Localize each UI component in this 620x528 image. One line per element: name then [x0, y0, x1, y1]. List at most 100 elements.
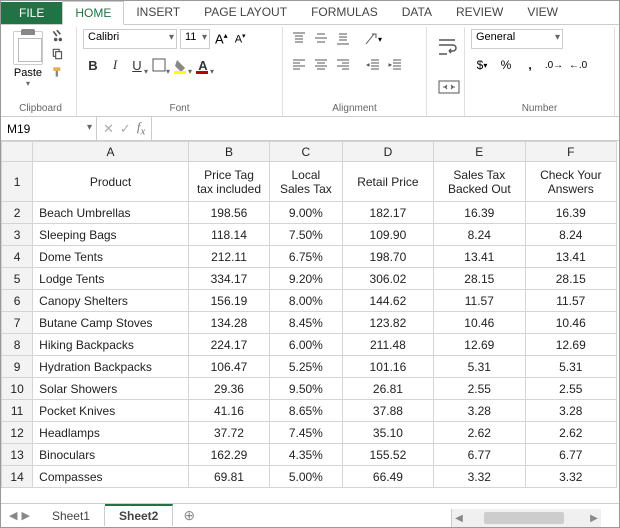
- cell-C3[interactable]: 7.50%: [269, 224, 342, 246]
- cell-B2[interactable]: 198.56: [188, 202, 269, 224]
- cell-F13[interactable]: 6.77: [525, 444, 616, 466]
- row-header-5[interactable]: 5: [2, 268, 33, 290]
- cell-B9[interactable]: 106.47: [188, 356, 269, 378]
- cell-B14[interactable]: 69.81: [188, 466, 269, 488]
- cell-E2[interactable]: 16.39: [434, 202, 525, 224]
- ribbon-tab-review[interactable]: REVIEW: [444, 1, 515, 24]
- bold-button[interactable]: B: [83, 55, 103, 75]
- cell-A1[interactable]: Product: [33, 162, 189, 202]
- decrease-indent-icon[interactable]: [363, 55, 383, 75]
- cell-B5[interactable]: 334.17: [188, 268, 269, 290]
- font-size-select[interactable]: 11: [180, 29, 210, 49]
- cell-F6[interactable]: 11.57: [525, 290, 616, 312]
- increase-indent-icon[interactable]: [385, 55, 405, 75]
- cell-F5[interactable]: 28.15: [525, 268, 616, 290]
- align-top-icon[interactable]: [289, 29, 309, 49]
- accounting-format-button[interactable]: $▾: [471, 55, 493, 75]
- column-header-A[interactable]: A: [33, 142, 189, 162]
- cell-D3[interactable]: 109.90: [342, 224, 433, 246]
- ribbon-tab-formulas[interactable]: FORMULAS: [299, 1, 390, 24]
- borders-button[interactable]: ▾: [149, 55, 169, 75]
- cell-C1[interactable]: LocalSales Tax: [269, 162, 342, 202]
- align-left-icon[interactable]: [289, 55, 309, 75]
- cell-F14[interactable]: 3.32: [525, 466, 616, 488]
- decrease-decimal-button[interactable]: ←.0: [567, 55, 589, 75]
- row-header-7[interactable]: 7: [2, 312, 33, 334]
- cell-D6[interactable]: 144.62: [342, 290, 433, 312]
- cell-D1[interactable]: Retail Price: [342, 162, 433, 202]
- cell-C12[interactable]: 7.45%: [269, 422, 342, 444]
- cell-C11[interactable]: 8.65%: [269, 400, 342, 422]
- fill-color-button[interactable]: ▾: [171, 55, 191, 75]
- column-header-D[interactable]: D: [342, 142, 433, 162]
- cell-F2[interactable]: 16.39: [525, 202, 616, 224]
- wrap-text-button[interactable]: [433, 29, 465, 65]
- cell-F12[interactable]: 2.62: [525, 422, 616, 444]
- cell-F7[interactable]: 10.46: [525, 312, 616, 334]
- cell-B4[interactable]: 212.11: [188, 246, 269, 268]
- cell-B10[interactable]: 29.36: [188, 378, 269, 400]
- cell-F10[interactable]: 2.55: [525, 378, 616, 400]
- worksheet-grid[interactable]: ABCDEF1ProductPrice Tagtax includedLocal…: [1, 141, 619, 493]
- confirm-formula-icon[interactable]: ✓: [120, 121, 131, 137]
- cell-C4[interactable]: 6.75%: [269, 246, 342, 268]
- column-header-E[interactable]: E: [434, 142, 525, 162]
- grow-font-icon[interactable]: A▴: [213, 31, 230, 46]
- ribbon-tab-view[interactable]: VIEW: [515, 1, 570, 24]
- cell-E13[interactable]: 6.77: [434, 444, 525, 466]
- cut-icon[interactable]: [51, 29, 67, 43]
- paste-button[interactable]: Paste ▾: [11, 29, 45, 90]
- cell-C5[interactable]: 9.20%: [269, 268, 342, 290]
- cell-D2[interactable]: 182.17: [342, 202, 433, 224]
- format-painter-icon[interactable]: [51, 65, 67, 79]
- cell-A11[interactable]: Pocket Knives: [33, 400, 189, 422]
- new-sheet-button[interactable]: ⊕: [173, 507, 205, 524]
- percent-format-button[interactable]: %: [495, 55, 517, 75]
- cell-B1[interactable]: Price Tagtax included: [188, 162, 269, 202]
- cell-A7[interactable]: Butane Camp Stoves: [33, 312, 189, 334]
- cell-D12[interactable]: 35.10: [342, 422, 433, 444]
- row-header-3[interactable]: 3: [2, 224, 33, 246]
- column-header-C[interactable]: C: [269, 142, 342, 162]
- number-format-select[interactable]: General: [471, 29, 563, 49]
- italic-button[interactable]: I: [105, 55, 125, 75]
- row-header-11[interactable]: 11: [2, 400, 33, 422]
- cell-E3[interactable]: 8.24: [434, 224, 525, 246]
- cell-D11[interactable]: 37.88: [342, 400, 433, 422]
- cell-E12[interactable]: 2.62: [434, 422, 525, 444]
- cell-E9[interactable]: 5.31: [434, 356, 525, 378]
- cell-E7[interactable]: 10.46: [434, 312, 525, 334]
- ribbon-tab-insert[interactable]: INSERT: [124, 1, 192, 24]
- cell-E4[interactable]: 13.41: [434, 246, 525, 268]
- cell-C6[interactable]: 8.00%: [269, 290, 342, 312]
- cell-B12[interactable]: 37.72: [188, 422, 269, 444]
- cell-C7[interactable]: 8.45%: [269, 312, 342, 334]
- cell-C9[interactable]: 5.25%: [269, 356, 342, 378]
- cell-A5[interactable]: Lodge Tents: [33, 268, 189, 290]
- align-middle-icon[interactable]: [311, 29, 331, 49]
- cell-B7[interactable]: 134.28: [188, 312, 269, 334]
- cell-A9[interactable]: Hydration Backpacks: [33, 356, 189, 378]
- cell-C14[interactable]: 5.00%: [269, 466, 342, 488]
- row-header-13[interactable]: 13: [2, 444, 33, 466]
- cell-C2[interactable]: 9.00%: [269, 202, 342, 224]
- row-header-10[interactable]: 10: [2, 378, 33, 400]
- horizontal-scrollbar[interactable]: ◀▶: [451, 509, 601, 527]
- increase-decimal-button[interactable]: .0→: [543, 55, 565, 75]
- cell-D7[interactable]: 123.82: [342, 312, 433, 334]
- cell-E10[interactable]: 2.55: [434, 378, 525, 400]
- cell-C10[interactable]: 9.50%: [269, 378, 342, 400]
- shrink-font-icon[interactable]: A▾: [233, 32, 248, 46]
- sheet-tab-sheet2[interactable]: Sheet2: [105, 504, 173, 526]
- cell-E5[interactable]: 28.15: [434, 268, 525, 290]
- select-all-corner[interactable]: [2, 142, 33, 162]
- cell-A10[interactable]: Solar Showers: [33, 378, 189, 400]
- align-center-icon[interactable]: [311, 55, 331, 75]
- cell-F1[interactable]: Check YourAnswers: [525, 162, 616, 202]
- font-name-select[interactable]: Calibri: [83, 29, 177, 49]
- cell-A8[interactable]: Hiking Backpacks: [33, 334, 189, 356]
- row-header-14[interactable]: 14: [2, 466, 33, 488]
- ribbon-tab-data[interactable]: DATA: [390, 1, 444, 24]
- cell-E11[interactable]: 3.28: [434, 400, 525, 422]
- cell-F4[interactable]: 13.41: [525, 246, 616, 268]
